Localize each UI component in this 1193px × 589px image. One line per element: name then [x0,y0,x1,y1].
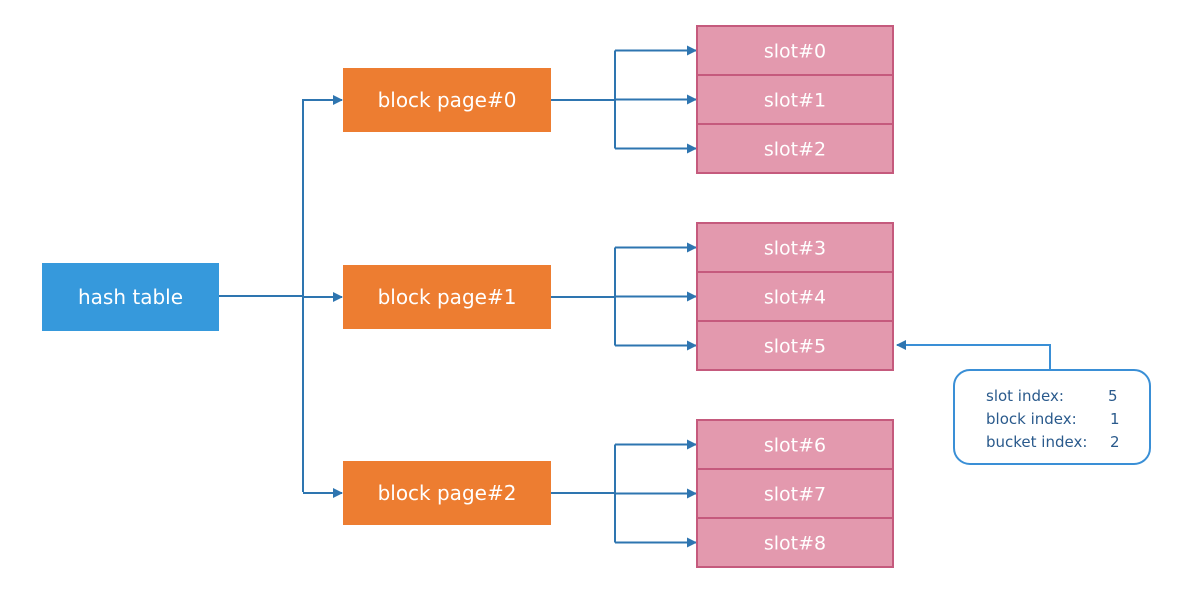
slot-label: slot#1 [764,90,826,112]
slot-4[interactable]: slot#4 [696,271,894,322]
slot-label: slot#6 [764,435,826,457]
slot-label: slot#4 [764,287,826,309]
callout-key-slot-index: slot index: [986,387,1064,405]
slot-label: slot#2 [764,139,826,161]
block-page-0[interactable]: block page#0 [343,68,551,132]
slot-label: slot#3 [764,238,826,260]
callout-key-block-index: block index: [986,410,1077,428]
block-page-2[interactable]: block page#2 [343,461,551,525]
hash-table-diagram: hash table block page#0 slot#0 slot#1 slot#… [42,25,1151,568]
slot-1[interactable]: slot#1 [696,74,894,125]
block-page-label: block page#1 [378,285,517,309]
slot-7[interactable]: slot#7 [696,468,894,519]
slot-label: slot#5 [764,336,826,358]
slot-5[interactable]: slot#5 [696,320,894,371]
callout-key-bucket-index: bucket index: [986,433,1087,451]
callout-pointer-arrow [896,340,1051,370]
slot-label: slot#7 [764,484,826,506]
callout-value-block-index: 1 [1110,410,1120,428]
block-page-1[interactable]: block page#1 [343,265,551,329]
index-callout: slot index: 5 block index: 1 bucket inde… [896,340,1151,465]
slot-6[interactable]: slot#6 [696,419,894,470]
callout-value-slot-index: 5 [1108,387,1118,405]
block-page-label: block page#0 [378,88,517,112]
slot-8[interactable]: slot#8 [696,517,894,568]
slot-label: slot#0 [764,41,826,63]
callout-value-bucket-index: 2 [1110,433,1120,451]
slot-0[interactable]: slot#0 [696,25,894,76]
block-page-label: block page#2 [378,481,517,505]
slot-3[interactable]: slot#3 [696,222,894,273]
hash-table-label: hash table [78,285,183,309]
hash-table-node[interactable]: hash table [42,263,219,331]
slot-label: slot#8 [764,533,826,555]
slot-2[interactable]: slot#2 [696,123,894,174]
